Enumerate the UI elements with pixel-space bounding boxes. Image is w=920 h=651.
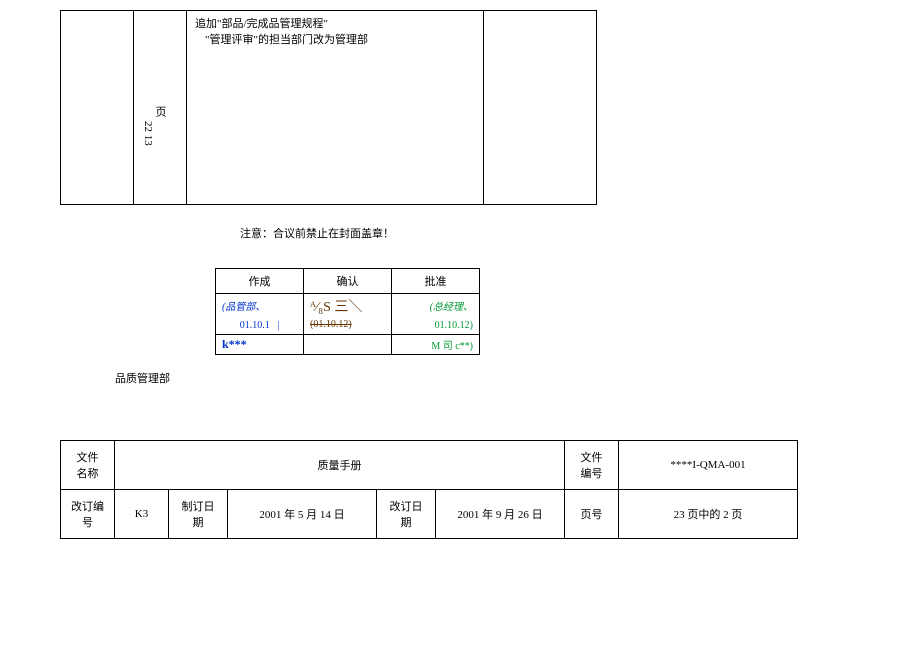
approval-header-confirm: 确认 [304, 269, 392, 294]
doc-name-label: 文件 名称 [61, 441, 115, 490]
revision-content-cell: 追加"部品/完成品管理规程" "管理评审"的担当部门改为管理部 [187, 11, 484, 205]
document-info-table: 文件 名称 质量手册 文件 编号 ****I-QMA-001 改订编 号 K3 … [60, 440, 798, 539]
create-date-label: 制订日 期 [169, 490, 228, 539]
page-no-value: 23 页中的 2 页 [619, 490, 798, 539]
quality-dept-label: 品质管理部 [115, 370, 170, 386]
page-ref-cell: 22 13 页 [134, 11, 187, 205]
approval-header-create: 作成 [216, 269, 304, 294]
create-sign: k*** [216, 335, 304, 355]
approve-dept: (总经理、 [392, 294, 480, 317]
rev-no-label: 改订编 号 [61, 490, 115, 539]
doc-no-label: 文件 编号 [565, 441, 619, 490]
revision-line-1: 追加"部品/完成品管理规程" [195, 15, 475, 31]
rev-date-label: 改订日 期 [377, 490, 436, 539]
rev-no-value: K3 [115, 490, 169, 539]
approval-header-approve: 批准 [392, 269, 480, 294]
doc-no-value: ****I-QMA-001 [619, 441, 798, 490]
create-dept: (品管部、 [216, 294, 304, 317]
approval-signature-table: 作成 确认 批准 (品管部、 ᴬ⁄₈S 三＼ (01.10.12) (总经理、 … [215, 268, 480, 355]
approve-date: 01.10.12) [392, 316, 480, 334]
revision-line-2: "管理评审"的担当部门改为管理部 [195, 31, 475, 47]
doc-name-value: 质量手册 [115, 441, 565, 490]
approve-sign: M 司 c**) [392, 335, 480, 355]
confirm-signature: ᴬ⁄₈S 三＼ (01.10.12) [304, 294, 392, 335]
notice-text: 注意：合议前禁止在封面盖章！ [240, 225, 394, 241]
page-no-label: 页号 [565, 490, 619, 539]
create-date: 01.10.1 | [216, 316, 304, 334]
confirm-sign-empty [304, 335, 392, 355]
create-date-value: 2001 年 5 月 14 日 [228, 490, 377, 539]
page-num-vertical: 22 13 [142, 121, 154, 146]
empty-cell-1 [61, 11, 134, 205]
empty-cell-2 [484, 11, 597, 205]
page-label-vertical: 页 [152, 106, 168, 117]
revision-content-table: 22 13 页 追加"部品/完成品管理规程" "管理评审"的担当部门改为管理部 [60, 10, 597, 205]
rev-date-value: 2001 年 9 月 26 日 [436, 490, 565, 539]
confirm-date: (01.10.12) [310, 319, 352, 330]
